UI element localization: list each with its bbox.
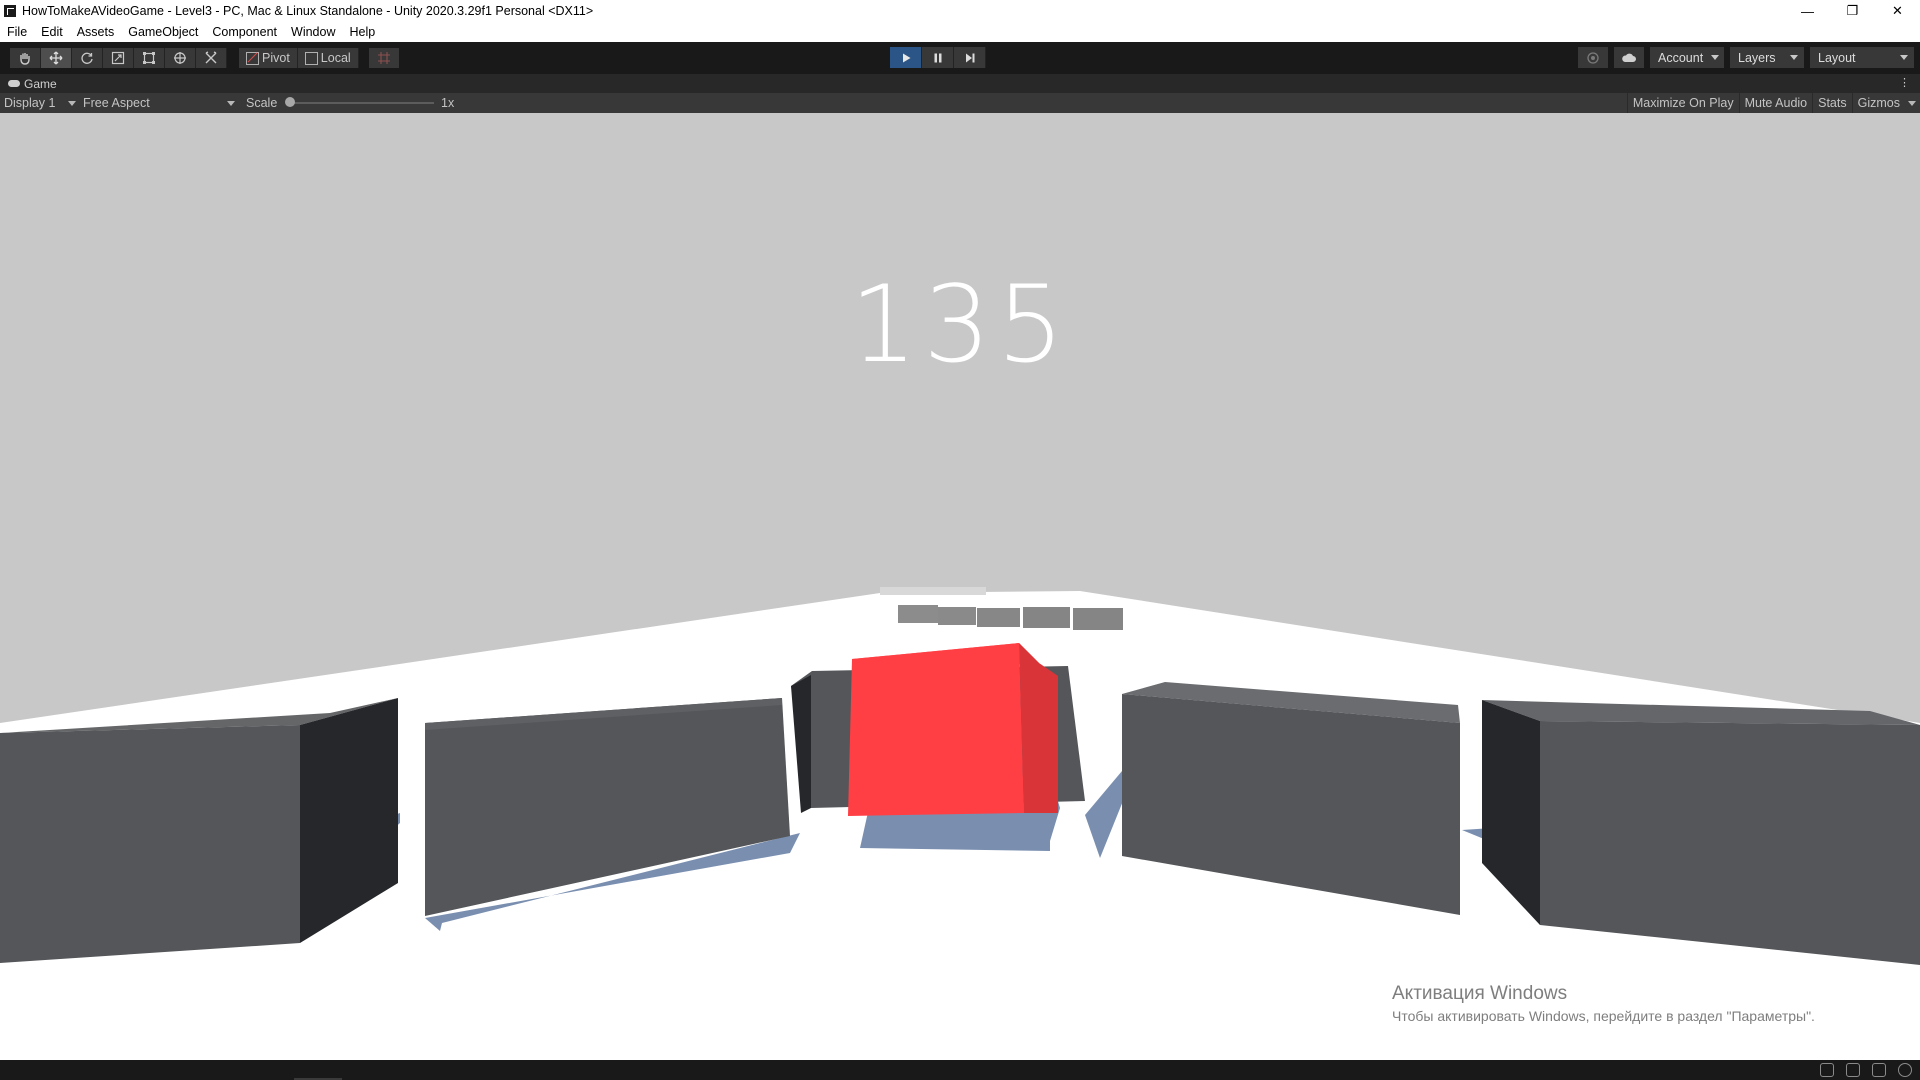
menu-bar: File Edit Assets GameObject Component Wi…	[0, 22, 1920, 42]
menu-window[interactable]: Window	[284, 25, 342, 39]
mute-audio-toggle[interactable]: Mute Audio	[1738, 93, 1813, 113]
chevron-down-icon	[68, 100, 76, 106]
rotate-tool-button[interactable]	[72, 48, 103, 68]
auto-generate-lighting-icon[interactable]	[1846, 1063, 1860, 1077]
chevron-down-icon	[227, 100, 235, 106]
play-controls	[890, 47, 986, 68]
game-tab-bar: Game ⋮	[0, 74, 1920, 93]
scale-tool-icon	[111, 51, 125, 65]
local-toggle[interactable]: Local	[297, 48, 359, 68]
stats-toggle[interactable]: Stats	[1812, 93, 1852, 113]
grid-snap-icon	[377, 52, 390, 64]
display-dropdown[interactable]: Display 1	[4, 93, 76, 113]
menu-edit[interactable]: Edit	[34, 25, 70, 39]
scale-value: 1x	[441, 96, 455, 110]
menu-help[interactable]: Help	[342, 25, 382, 39]
menu-assets[interactable]: Assets	[70, 25, 122, 39]
display-label: Display 1	[4, 96, 56, 110]
account-dropdown[interactable]: Account	[1650, 47, 1724, 68]
close-button[interactable]: ✕	[1875, 0, 1920, 22]
move-tool-button[interactable]	[41, 48, 72, 68]
hand-tool-button[interactable]	[10, 48, 41, 68]
collab-button[interactable]	[1578, 47, 1608, 68]
game-scene	[0, 113, 1920, 1060]
hand-tool-icon	[20, 53, 30, 65]
pivot-toggle[interactable]: Pivot	[239, 48, 298, 68]
account-label: Account	[1658, 50, 1704, 65]
pivot-icon	[246, 51, 259, 65]
kebab-menu-icon[interactable]: ⋮	[1899, 76, 1910, 89]
restore-button[interactable]: ❐	[1830, 0, 1875, 22]
transform-tools	[10, 48, 227, 68]
play-icon	[902, 53, 910, 62]
activation-subtitle: Чтобы активировать Windows, перейдите в …	[1392, 1008, 1815, 1024]
scale-slider-handle[interactable]	[285, 97, 295, 107]
chevron-down-icon	[1711, 55, 1720, 60]
move-tool-icon	[49, 51, 63, 65]
status-icons	[1808, 1063, 1912, 1077]
score-counter: 135	[849, 263, 1071, 386]
gamepad-icon	[8, 80, 20, 87]
game-view-options: Maximize On Play Mute Audio Stats Gizmos	[1626, 93, 1920, 113]
maximize-on-play-toggle[interactable]: Maximize On Play	[1626, 93, 1739, 113]
play-button[interactable]	[890, 47, 922, 68]
bug-icon[interactable]	[1820, 1063, 1834, 1077]
scale-slider-track[interactable]	[290, 102, 434, 104]
collab-icon	[1587, 51, 1599, 64]
layers-label: Layers	[1738, 50, 1776, 65]
aspect-label: Free Aspect	[83, 96, 150, 110]
minimize-button[interactable]: —	[1785, 0, 1830, 22]
unity-logo-icon	[4, 5, 16, 17]
pause-icon	[934, 53, 941, 62]
transform-tool-button[interactable]	[165, 48, 196, 68]
cube-icon	[304, 51, 318, 65]
rect-tool-button[interactable]	[134, 48, 165, 68]
layers-dropdown[interactable]: Layers	[1730, 47, 1804, 68]
gizmos-label: Gizmos	[1857, 96, 1900, 110]
cloud-icon	[1622, 53, 1636, 62]
pivot-label: Pivot	[262, 51, 290, 65]
step-button[interactable]	[954, 47, 986, 68]
chevron-down-icon	[1790, 55, 1798, 60]
check-circle-icon[interactable]	[1898, 1063, 1912, 1077]
chevron-down-icon	[1900, 55, 1908, 60]
rotate-tool-icon	[81, 52, 93, 64]
window-title: HowToMakeAVideoGame - Level3 - PC, Mac &…	[22, 4, 594, 18]
step-icon	[965, 53, 974, 62]
obstacle-right-outer	[1482, 700, 1920, 965]
aspect-dropdown[interactable]: Free Aspect	[83, 93, 235, 113]
cloud-button[interactable]	[1614, 47, 1644, 68]
game-view-toolbar: Display 1 Free Aspect Scale 1x Maximize …	[0, 93, 1920, 113]
game-view[interactable]: 135 Активация Windows Чтобы активировать…	[0, 113, 1920, 1060]
layout-label: Layout	[1818, 50, 1856, 65]
menu-gameobject[interactable]: GameObject	[121, 25, 205, 39]
pivot-group: Pivot Local	[239, 48, 359, 68]
menu-file[interactable]: File	[0, 25, 34, 39]
tab-game-label: Game	[24, 76, 57, 91]
transform-tool-icon	[174, 52, 186, 64]
pause-button[interactable]	[922, 47, 954, 68]
rect-tool-icon	[143, 52, 155, 64]
lighting-off-icon[interactable]	[1872, 1063, 1886, 1077]
activation-title: Активация Windows	[1392, 983, 1568, 1004]
menu-component[interactable]: Component	[205, 25, 284, 39]
layout-dropdown[interactable]: Layout	[1810, 47, 1914, 68]
status-bar	[0, 1060, 1920, 1080]
grid-snap-button[interactable]	[368, 48, 399, 68]
chevron-down-icon	[1908, 100, 1916, 106]
tab-game[interactable]: Game	[0, 77, 57, 91]
player-cube	[848, 643, 1058, 816]
window-title-bar: HowToMakeAVideoGame - Level3 - PC, Mac &…	[0, 0, 1920, 22]
window-controls: — ❐ ✕	[1785, 0, 1920, 22]
toolbar-right: Account Layers Layout	[1572, 47, 1914, 68]
custom-tool-icon	[205, 51, 217, 64]
scale-label: Scale	[246, 96, 278, 110]
local-label: Local	[320, 51, 351, 65]
gizmos-toggle[interactable]: Gizmos	[1851, 93, 1920, 113]
windows-activation-watermark: Активация Windows Чтобы активировать Win…	[1392, 983, 1815, 1024]
scale-tool-button[interactable]	[103, 48, 134, 68]
custom-tool-button[interactable]	[196, 48, 227, 68]
